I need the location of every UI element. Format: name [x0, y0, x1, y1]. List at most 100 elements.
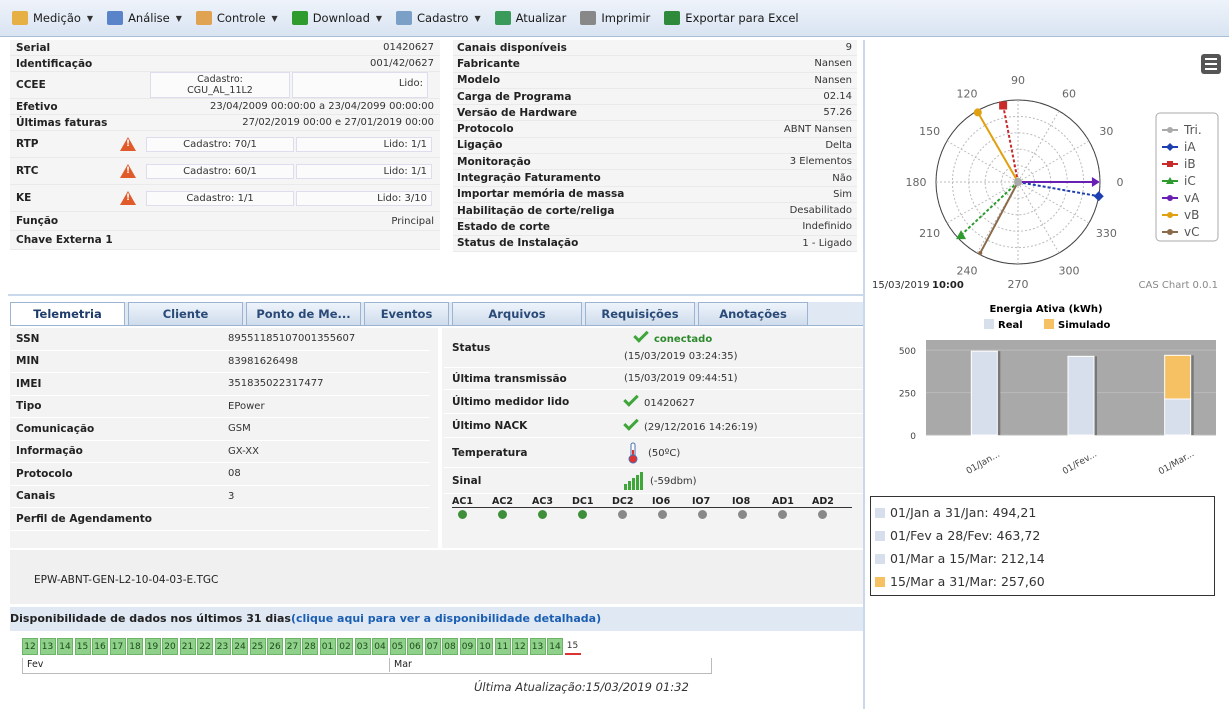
toolbar-medição-button[interactable]: Medição ▼	[12, 11, 93, 25]
day-cell[interactable]: 18	[127, 638, 143, 655]
angle-label: 240	[957, 264, 978, 277]
chevron-down-icon: ▼	[271, 13, 278, 23]
day-cell[interactable]: 26	[267, 638, 283, 655]
toolbar-controle-button[interactable]: Controle ▼	[195, 11, 278, 25]
detail-label: Estado de corte	[457, 220, 550, 233]
hamburger-menu-icon[interactable]	[1201, 54, 1221, 74]
detail-row: Integração Faturamento Não	[453, 170, 857, 187]
availability-title: Disponibilidade de dados nos últimos 31 …	[10, 612, 601, 625]
detail-value: Desabilitado	[789, 205, 852, 217]
angle-label: 30	[1099, 125, 1113, 138]
day-cell[interactable]: 14	[57, 638, 73, 655]
day-cell[interactable]: 12	[512, 638, 528, 655]
day-cell[interactable]: 09	[459, 638, 476, 655]
rtc-lido: Lido: 1/1	[296, 163, 432, 179]
ultimo-medidor-label: Último medidor lido	[452, 395, 570, 408]
day-cell[interactable]: 22	[197, 638, 213, 655]
bar-real	[1067, 355, 1095, 436]
chart-date: 15/03/2019	[872, 280, 930, 291]
rtp-row: RTP Cadastro: 70/1 Lido: 1/1	[10, 131, 440, 158]
ultima-transmissao-row: Última transmissão (15/03/2019 09:44:51)	[444, 368, 863, 390]
day-cell[interactable]: 02	[337, 638, 353, 655]
availability-detail-link[interactable]: (clique aqui para ver a disponibilidade …	[291, 612, 601, 625]
toolbar-imprimir-button[interactable]: Imprimir	[580, 11, 650, 25]
detail-row: Importar memória de massa Sim	[453, 186, 857, 203]
day-cell[interactable]: 12	[22, 638, 38, 655]
status-value: conectado	[654, 333, 713, 345]
day-cell[interactable]: 07	[424, 638, 441, 655]
warning-icon	[120, 164, 136, 178]
day-cell[interactable]: 23	[214, 638, 231, 655]
day-cell[interactable]: 16	[92, 638, 108, 655]
toolbar-exportar-button[interactable]: Exportar para Excel	[664, 11, 799, 25]
toolbar-label: Imprimir	[601, 11, 651, 25]
led-dot-icon	[458, 510, 467, 519]
ke-label: KE	[16, 192, 32, 204]
detail-row: Canais disponíveis 9	[453, 40, 857, 57]
tab-telemetria[interactable]: Telemetria	[10, 302, 125, 325]
day-cell[interactable]: 10	[477, 638, 493, 655]
funcao-row: Função Principal	[10, 212, 440, 231]
summary-text: 01/Fev a 28/Fev: 463,72	[890, 528, 1041, 543]
tab-requisies[interactable]: Requisições	[585, 302, 695, 325]
day-cell[interactable]: 06	[407, 638, 423, 655]
day-cell[interactable]: 13	[39, 638, 56, 655]
day-cell[interactable]: 11	[494, 638, 511, 655]
identificacao-value: 001/42/0627	[370, 58, 434, 69]
print-icon	[580, 11, 597, 25]
day-cell[interactable]: 01	[319, 638, 336, 655]
detail-label: Status de Instalação	[457, 237, 579, 250]
temperatura-value: (50ºC)	[648, 447, 681, 459]
led-dot-icon	[618, 510, 627, 519]
tab-cliente[interactable]: Cliente	[128, 302, 243, 325]
detail-label: Canais disponíveis	[457, 41, 567, 54]
io-channel-label: AC3	[532, 496, 553, 507]
angle-label: 90	[1011, 74, 1025, 87]
toolbar-atualizar-button[interactable]: Atualizar	[494, 11, 566, 25]
led-dot-icon	[578, 510, 587, 519]
detail-value: Não	[832, 172, 852, 184]
day-cell[interactable]: 15	[74, 638, 91, 655]
day-cell[interactable]: 19	[144, 638, 161, 655]
legend-label: iB	[1184, 157, 1196, 171]
angle-label: 210	[919, 227, 940, 240]
meter-details-panel: Canais disponíveis 9 Fabricante Nansen Model…	[453, 40, 857, 252]
day-cell[interactable]: 14	[547, 638, 563, 655]
day-cell[interactable]: 27	[284, 638, 301, 655]
phasor-marker	[978, 250, 983, 255]
day-cell[interactable]: 15	[564, 638, 581, 655]
tab-arquivos[interactable]: Arquivos	[452, 302, 582, 325]
toolbar-análise-button[interactable]: Análise ▼	[107, 11, 182, 25]
day-cell[interactable]: 24	[232, 638, 248, 655]
day-cell[interactable]: 05	[389, 638, 406, 655]
tab-pontodeme[interactable]: Ponto de Me...	[246, 302, 361, 325]
day-cell[interactable]: 25	[249, 638, 266, 655]
chevron-down-icon: ▼	[474, 13, 481, 23]
ultima-transmissao-label: Última transmissão	[452, 372, 567, 385]
check-icon	[623, 390, 639, 407]
day-cell[interactable]: 20	[162, 638, 178, 655]
ccee-row: CCEE Cadastro: CGU_AL_11L2 Lido:	[10, 72, 440, 99]
serial-row: Serial 01420627	[10, 40, 440, 56]
day-cell[interactable]: 13	[529, 638, 546, 655]
tab-eventos[interactable]: Eventos	[364, 302, 449, 325]
day-cell[interactable]: 04	[372, 638, 388, 655]
serial-label: Serial	[16, 41, 51, 54]
telemetry-row: IMEI 351835022317477	[10, 373, 430, 396]
rtp-lido: Lido: 1/1	[296, 136, 432, 152]
toolbar-cadastro-button[interactable]: Cadastro ▼	[396, 11, 481, 25]
identificacao-label: Identificação	[16, 57, 93, 70]
month-divider	[389, 658, 390, 672]
tab-anotaes[interactable]: Anotações	[698, 302, 808, 325]
sinal-label: Sinal	[452, 474, 482, 487]
toolbar-download-button[interactable]: Download ▼	[291, 11, 382, 25]
day-cell[interactable]: 03	[354, 638, 371, 655]
day-cell[interactable]: 21	[179, 638, 196, 655]
telemetry-row: MIN 83981626498	[10, 351, 430, 373]
day-cell[interactable]: 17	[109, 638, 126, 655]
day-cell[interactable]: 08	[442, 638, 458, 655]
day-cell[interactable]: 28	[302, 638, 318, 655]
x-tick-label: 01/Fev...	[1061, 449, 1099, 477]
status-row: Status conectado (15/03/2019 03:24:35)	[444, 326, 863, 368]
detail-label: Protocolo	[457, 123, 514, 136]
